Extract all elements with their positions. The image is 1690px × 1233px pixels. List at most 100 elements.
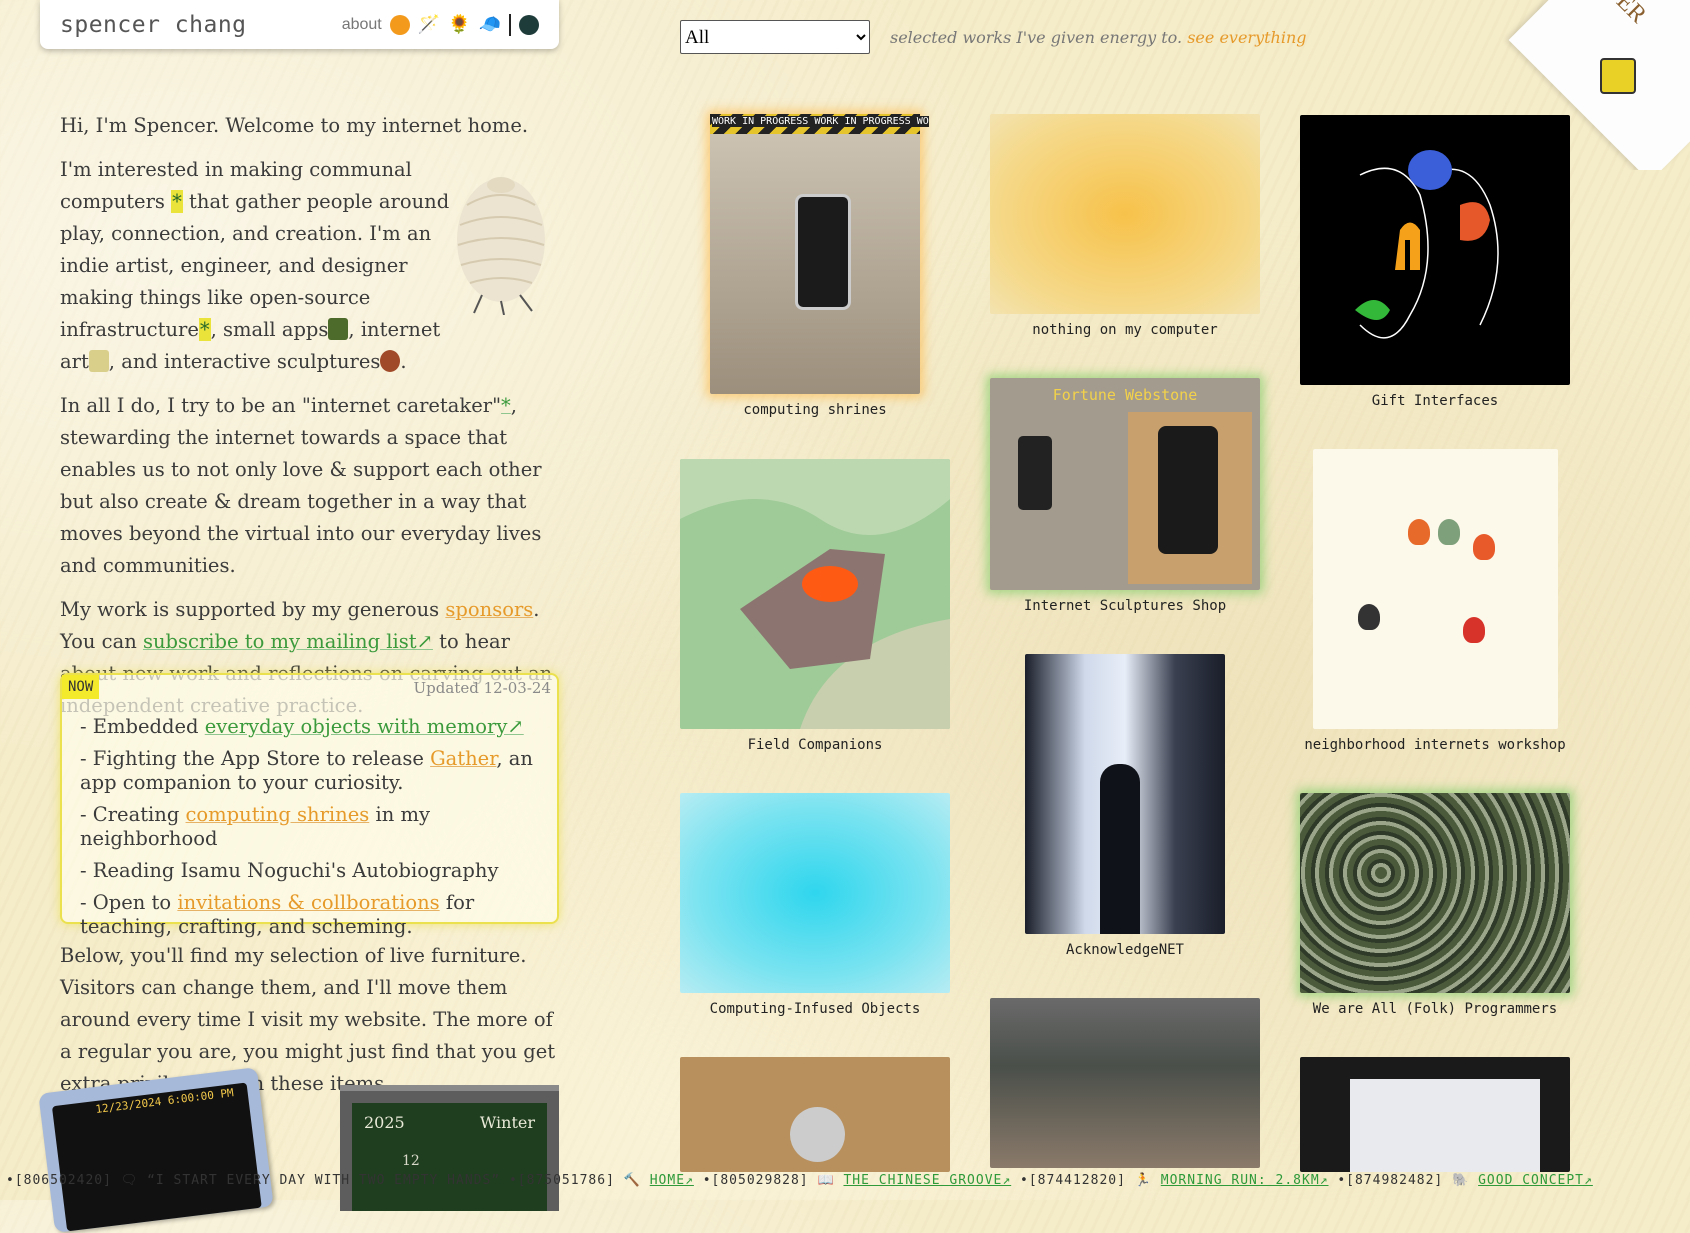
work-caption[interactable]: Field Companions bbox=[680, 737, 950, 753]
intro-paragraph-interests: I'm interested in making communal comput… bbox=[60, 154, 450, 378]
interactive-sculptures-thumbnail-icon[interactable] bbox=[380, 350, 401, 372]
text: selected works I've given energy to. bbox=[890, 28, 1188, 47]
wip-banner: WORK IN PROGRESS WORK IN PROGRESS WO bbox=[710, 114, 929, 134]
intro-paragraph-caretaker: In all I do, I try to be an "internet ca… bbox=[60, 390, 565, 582]
caretaker-star-link[interactable]: * bbox=[501, 394, 511, 417]
ticker-good-concept-link[interactable]: GOOD CONCEPT↗ bbox=[1478, 1173, 1593, 1188]
puzzle-icon[interactable] bbox=[1600, 58, 1636, 94]
everyday-objects-link[interactable]: everyday objects with memory↗ bbox=[205, 715, 524, 738]
wip-banner-text: WORK IN PROGRESS WORK IN PROGRESS WO bbox=[712, 116, 929, 127]
work-image[interactable] bbox=[1025, 654, 1225, 934]
now-item: - Fighting the App Store to release Gath… bbox=[80, 747, 550, 795]
text: - Embedded bbox=[80, 715, 205, 738]
text: - Creating bbox=[80, 803, 186, 826]
text: . bbox=[400, 350, 407, 373]
projected-screen bbox=[1350, 1079, 1540, 1172]
now-item: - Embedded everyday objects with memory↗ bbox=[80, 715, 550, 739]
calendar-year: 2025 bbox=[364, 1113, 405, 1132]
now-updated: Updated 12-03-24 bbox=[413, 679, 551, 697]
ticker-morning-run-link[interactable]: MORNING RUN: 2.8KM↗ bbox=[1161, 1173, 1329, 1188]
work-caption[interactable]: neighborhood internets workshop bbox=[1300, 737, 1570, 753]
nav-divider bbox=[509, 13, 511, 36]
moon-shape bbox=[790, 1107, 845, 1162]
phone-shape bbox=[1018, 436, 1052, 510]
now-item: - Open to invitations & collborations fo… bbox=[80, 891, 550, 939]
sponsors-link[interactable]: sponsors bbox=[445, 598, 533, 621]
work-image[interactable] bbox=[1312, 449, 1558, 729]
work-card[interactable]: neighborhood internets workshop bbox=[1300, 449, 1570, 753]
work-image[interactable] bbox=[680, 459, 950, 729]
blue-cap-icon[interactable]: 🧢 bbox=[479, 14, 501, 35]
work-image[interactable] bbox=[1300, 115, 1570, 385]
work-image[interactable] bbox=[680, 793, 950, 993]
work-caption[interactable]: AcknowledgeNET bbox=[1025, 942, 1225, 958]
work-card[interactable]: Computing-Infused Objects bbox=[680, 793, 950, 1017]
work-image[interactable]: Fortune Webstone bbox=[990, 378, 1260, 590]
orange-circle-icon[interactable] bbox=[389, 14, 410, 35]
mushroom-shape bbox=[1437, 519, 1460, 545]
work-image[interactable] bbox=[990, 998, 1260, 1168]
live-calendar-furniture[interactable]: 2025 Winter 12 bbox=[340, 1085, 559, 1211]
work-caption[interactable]: nothing on my computer bbox=[990, 322, 1260, 338]
calendar-day: 12 bbox=[402, 1153, 420, 1169]
work-image[interactable] bbox=[1300, 793, 1570, 993]
mailing-list-link[interactable]: subscribe to my mailing list↗ bbox=[143, 630, 433, 653]
dark-circle-icon[interactable] bbox=[519, 14, 539, 35]
text: My work is supported by my generous bbox=[60, 598, 446, 621]
nav-about-link[interactable]: about bbox=[342, 16, 382, 34]
text: , small apps bbox=[210, 318, 329, 341]
ticker-text: •[806502420] 🗨 “I START EVERY DAY WITH T… bbox=[6, 1173, 650, 1188]
phone-shape bbox=[795, 194, 851, 310]
work-caption[interactable]: Internet Sculptures Shop bbox=[990, 598, 1260, 614]
communal-computers-star-link[interactable]: * bbox=[171, 190, 183, 213]
nav: about 🪄 🌻 🧢 bbox=[342, 13, 539, 36]
mushroom-shape bbox=[1357, 604, 1380, 630]
small-apps-thumbnail-icon[interactable] bbox=[328, 318, 349, 340]
text: - Open to bbox=[80, 891, 178, 914]
text: , and interactive sculptures bbox=[108, 350, 381, 373]
works-filter-select[interactable]: All bbox=[680, 20, 870, 54]
work-card[interactable]: Gift Interfaces bbox=[1300, 115, 1570, 409]
ticker-text: •[874982482] 🐘 bbox=[1328, 1173, 1479, 1188]
work-image[interactable]: WORK IN PROGRESS WORK IN PROGRESS WO bbox=[710, 114, 929, 394]
internet-art-thumbnail-icon[interactable] bbox=[88, 350, 109, 372]
work-card[interactable]: Fortune Webstone Internet Sculptures Sho… bbox=[990, 378, 1260, 614]
mushroom-shape bbox=[1472, 534, 1495, 560]
computing-shrines-link[interactable]: computing shrines bbox=[186, 803, 370, 826]
calendar-screen: 2025 Winter 12 bbox=[352, 1103, 547, 1211]
work-card[interactable] bbox=[990, 998, 1260, 1168]
person-silhouette bbox=[1100, 764, 1140, 934]
work-caption[interactable]: Gift Interfaces bbox=[1300, 393, 1570, 409]
work-caption[interactable]: Computing-Infused Objects bbox=[680, 1001, 950, 1017]
work-card[interactable]: We are All (Folk) Programmers bbox=[1300, 793, 1570, 1017]
infrastructure-star-link[interactable]: * bbox=[198, 318, 211, 341]
now-tag: NOW bbox=[62, 675, 100, 699]
work-image[interactable] bbox=[680, 1057, 950, 1172]
work-card[interactable]: nothing on my computer bbox=[990, 114, 1260, 338]
greeting: Hi, I'm Spencer. Welcome to my internet … bbox=[60, 114, 529, 137]
magic-wand-icon[interactable]: 🪄 bbox=[418, 14, 440, 35]
live-tablet-furniture[interactable]: 12/23/2024 6:00:00 PM bbox=[38, 1067, 274, 1233]
fortune-webstone-title: Fortune Webstone bbox=[1052, 386, 1198, 404]
invitations-link[interactable]: invitations & collborations bbox=[177, 891, 439, 914]
now-box: NOW Updated 12-03-24 - Embedded everyday… bbox=[60, 673, 559, 938]
see-everything-link[interactable]: see everything bbox=[1187, 28, 1306, 47]
work-card[interactable]: Field Companions bbox=[680, 459, 950, 753]
work-image[interactable] bbox=[1300, 1057, 1570, 1172]
ticker-home-link[interactable]: HOME↗ bbox=[650, 1173, 694, 1188]
ticker-text: •[805029828] 📖 bbox=[693, 1173, 844, 1188]
work-card[interactable]: WORK IN PROGRESS WORK IN PROGRESS WO com… bbox=[700, 114, 930, 418]
site-title[interactable]: spencer chang bbox=[60, 12, 247, 38]
text: In all I do, I try to be an "internet ca… bbox=[60, 394, 502, 417]
work-caption[interactable]: We are All (Folk) Programmers bbox=[1300, 1001, 1570, 1017]
ticker-chinese-groove-link[interactable]: THE CHINESE GROOVE↗ bbox=[843, 1173, 1011, 1188]
work-card[interactable]: AcknowledgeNET bbox=[1025, 654, 1225, 958]
now-item: - Creating computing shrines in my neigh… bbox=[80, 803, 550, 851]
sunflower-icon[interactable]: 🌻 bbox=[448, 14, 470, 35]
mushroom-shape bbox=[1407, 519, 1430, 545]
work-caption[interactable]: computing shrines bbox=[700, 402, 930, 418]
work-card[interactable] bbox=[1300, 1057, 1570, 1172]
work-card[interactable] bbox=[680, 1057, 950, 1172]
gather-link[interactable]: Gather bbox=[430, 747, 496, 770]
work-image[interactable] bbox=[990, 114, 1260, 314]
